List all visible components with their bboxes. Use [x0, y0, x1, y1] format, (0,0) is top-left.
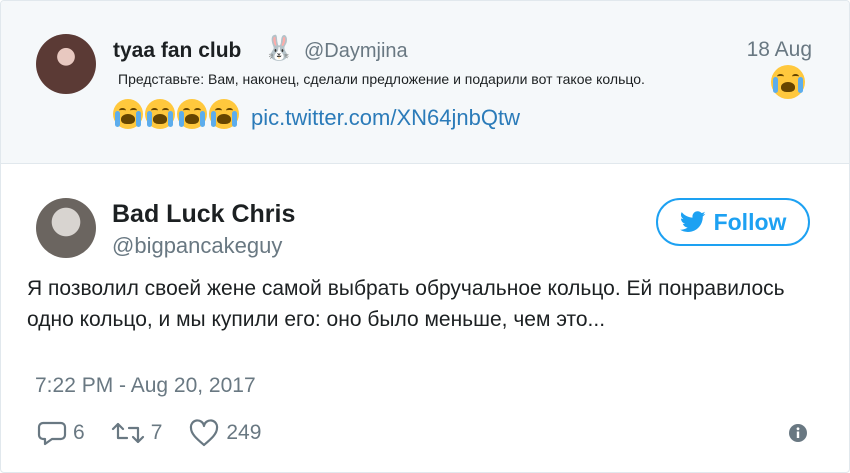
- tweet-card: tyaa fan club 🐰 @Daymjina 18 Aug Предста…: [0, 0, 850, 473]
- author-handle[interactable]: @bigpancakeguy: [112, 233, 282, 259]
- retweet-button[interactable]: 7: [111, 420, 163, 446]
- speech-bubble-icon: [37, 421, 67, 446]
- parent-media-link[interactable]: pic.twitter.com/XN64jnbQtw: [251, 105, 520, 131]
- like-button[interactable]: 249: [188, 419, 261, 447]
- info-icon[interactable]: [788, 423, 808, 443]
- author-avatar[interactable]: [36, 198, 96, 258]
- crying-face-icon: [177, 99, 207, 129]
- parent-text: Представьте: Вам, наконец, сделали предл…: [118, 71, 645, 87]
- retweet-count: 7: [150, 421, 163, 444]
- reply-button[interactable]: 6: [37, 419, 85, 447]
- parent-avatar[interactable]: [36, 34, 96, 94]
- crying-emoji-row: [113, 99, 239, 129]
- crying-face-icon: [209, 99, 239, 129]
- parent-handle[interactable]: @Daymjina: [304, 40, 408, 63]
- follow-button[interactable]: Follow: [656, 198, 810, 246]
- tweet-text: Я позволил своей жене самой выбрать обру…: [27, 277, 785, 331]
- follow-label: Follow: [713, 208, 787, 235]
- parent-tweet[interactable]: tyaa fan club 🐰 @Daymjina 18 Aug Предста…: [1, 1, 849, 164]
- crying-face-icon: [113, 99, 143, 129]
- tweet-timestamp[interactable]: 7:22 PM - Aug 20, 2017: [35, 374, 256, 398]
- like-count: 249: [226, 421, 262, 444]
- twitter-bird-icon: [679, 211, 706, 232]
- retweet-icon: [111, 422, 144, 444]
- crying-face-icon: [771, 65, 805, 99]
- heart-icon: [190, 419, 219, 447]
- parent-date[interactable]: 18 Aug: [747, 38, 812, 62]
- bunny-emoji-icon: 🐰: [264, 34, 294, 62]
- author-name[interactable]: Bad Luck Chris: [112, 200, 295, 229]
- parent-author-name[interactable]: tyaa fan club: [113, 39, 241, 63]
- crying-face-icon: [145, 99, 175, 129]
- tweet-actions: 6 7 249: [37, 419, 287, 447]
- reply-count: 6: [73, 421, 85, 444]
